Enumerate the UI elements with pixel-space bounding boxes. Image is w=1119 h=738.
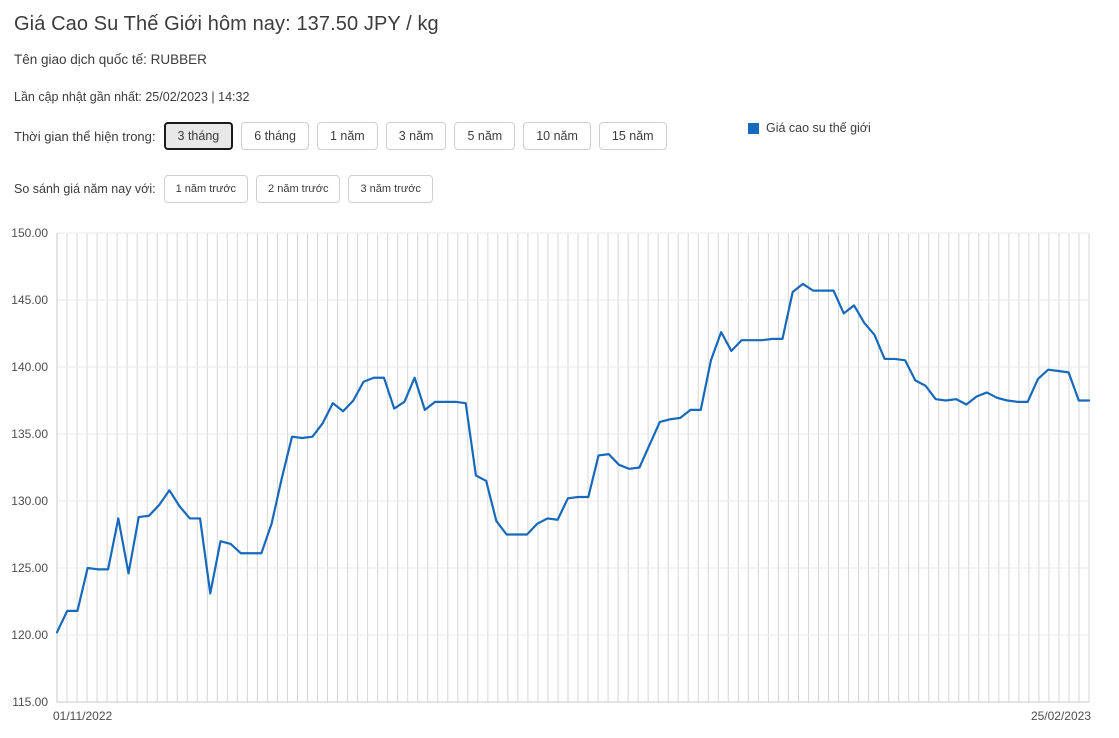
- svg-text:130.00: 130.00: [11, 494, 48, 508]
- svg-text:01/11/2022: 01/11/2022: [53, 709, 112, 723]
- compare-button-0[interactable]: 1 năm trước: [163, 175, 249, 203]
- range-button-6[interactable]: 15 năm: [598, 122, 667, 150]
- compare-selector-label: So sánh giá năm nay với:: [14, 182, 156, 196]
- range-button-3[interactable]: 3 năm: [385, 122, 447, 150]
- range-button-4[interactable]: 5 năm: [454, 122, 516, 150]
- svg-text:140.00: 140.00: [11, 360, 48, 374]
- svg-text:120.00: 120.00: [11, 628, 48, 642]
- chart-gridlines: [56, 233, 1090, 702]
- range-selector-row: Thời gian thể hiện trong: 3 tháng 6 tháng…: [14, 122, 675, 150]
- compare-button-group: 1 năm trước 2 năm trước 3 năm trước: [163, 175, 441, 203]
- range-button-2[interactable]: 1 năm: [316, 122, 378, 150]
- compare-button-1[interactable]: 2 năm trước: [256, 175, 341, 203]
- svg-text:125.00: 125.00: [11, 561, 48, 575]
- page-title: Giá Cao Su Thế Giới hôm nay: 137.50 JPY …: [14, 13, 439, 35]
- compare-selector-row: So sánh giá năm nay với: 1 năm trước 2 nă…: [14, 175, 441, 203]
- svg-text:115.00: 115.00: [12, 695, 48, 709]
- last-updated: Lần cập nhật gần nhất: 25/02/2023 | 14:3…: [14, 90, 250, 104]
- svg-text:135.00: 135.00: [11, 427, 48, 441]
- international-name: Tên giao dịch quốc tế: RUBBER: [14, 52, 207, 67]
- price-line-series: [55, 282, 1091, 634]
- svg-text:150.00: 150.00: [11, 226, 48, 240]
- rubber-price-page: Giá Cao Su Thế Giới hôm nay: 137.50 JPY …: [0, 0, 1119, 738]
- legend-series-label: Giá cao su thế giới: [766, 121, 871, 135]
- chart-y-gridlines: [57, 232, 1089, 703]
- compare-button-2[interactable]: 3 năm trước: [348, 175, 433, 203]
- svg-text:145.00: 145.00: [11, 293, 48, 307]
- legend-color-swatch: [748, 122, 759, 134]
- range-selector-label: Thời gian thể hiện trong:: [14, 128, 156, 144]
- svg-text:25/02/2023: 25/02/2023: [1031, 709, 1091, 723]
- price-chart-svg[interactable]: 115.00 120.00 125.00 130.00 135.00 140.00 145.…: [0, 218, 1119, 738]
- range-button-1[interactable]: 6 tháng: [241, 122, 309, 150]
- range-button-5[interactable]: 10 năm: [523, 122, 591, 150]
- chart-legend: Giá cao su thế giới: [748, 121, 871, 135]
- chart-x-tick-labels: 01/11/2022 25/02/2023: [53, 709, 1091, 723]
- price-chart[interactable]: 115.00 120.00 125.00 130.00 135.00 140.00 145.…: [0, 218, 1119, 738]
- chart-y-tick-labels: 115.00 120.00 125.00 130.00 135.00 140.00 145.…: [11, 226, 48, 709]
- range-button-0[interactable]: 3 tháng: [163, 122, 234, 150]
- range-button-group: 3 tháng 6 tháng 1 năm 3 năm 5 năm 10 năm 15 nă…: [163, 122, 675, 150]
